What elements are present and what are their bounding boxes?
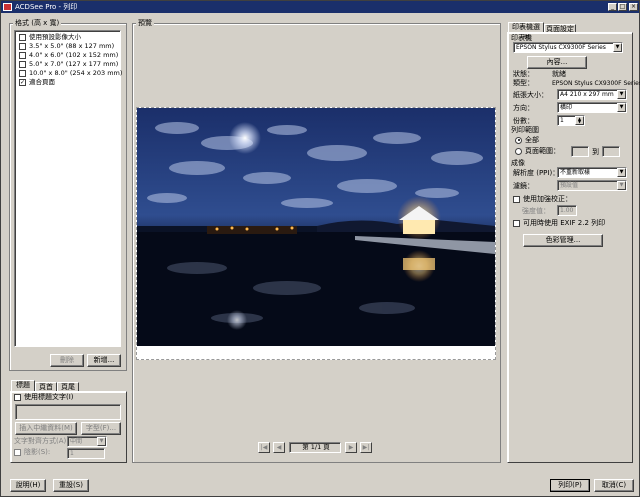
page-to-input[interactable] [602,146,620,157]
chevron-down-icon: ▼ [617,181,626,190]
format-list[interactable]: 使用預設影像大小 3.5" x 5.0" (88 x 127 mm) 4.0" x … [14,30,123,347]
strength-input[interactable]: 1.00 [557,205,577,216]
format-list-item[interactable]: 5.0" x 7.0" (127 x 177 mm) [19,60,120,69]
page-indicator: 第 1/1 頁 [289,442,341,453]
copies-input[interactable]: 1 ▲ ▼ [557,115,585,126]
render-group-label: 成像 [511,159,525,167]
prev-page-icon[interactable]: ◀ [273,442,285,453]
use-title-text-option[interactable]: 使用標題文字(I) [14,393,74,402]
sharpen-checkbox[interactable] [513,195,520,203]
help-button[interactable]: 說明(H) [10,479,46,492]
to-label: 到 [592,148,599,156]
exif-option[interactable]: 可用時使用 EXIF 2.2 列印 [513,219,605,228]
format-item-label: 使用預設影像大小 [29,33,81,41]
paper-size-select[interactable]: A4 210 x 297 mm ▼ [557,89,627,100]
remove-format-button[interactable]: 刪除 [50,354,84,367]
status-value: 就緒 [552,70,566,78]
chevron-down-icon: ▼ [617,103,626,112]
type-value: EPSON Stylus CX9300F Series [552,80,640,87]
format-list-item[interactable]: 使用預設影像大小 [19,33,120,42]
format-checkbox[interactable] [19,69,26,77]
chevron-down-icon: ▼ [613,43,622,52]
resolution-label: 解析度 (PPI)： [513,169,560,177]
print-range-group-label: 列印範圍 [511,126,539,134]
exif-checkbox[interactable] [513,219,520,227]
close-icon[interactable]: × [629,3,638,11]
range-pages-radio[interactable] [515,147,522,155]
last-page-icon[interactable]: ▶| [360,442,372,453]
insert-metadata-button[interactable]: 插入中繼資料(M) [15,422,77,435]
chevron-down-icon: ▼ [617,168,626,177]
preview-photo [137,108,495,346]
first-page-icon[interactable]: |◀ [258,442,270,453]
format-checkbox[interactable] [19,51,26,59]
range-all-radio[interactable] [515,136,522,144]
shadow-value-field[interactable]: 1 [67,448,105,459]
chevron-down-icon: ▼ [617,90,626,99]
strength-label: 強度值： [522,207,550,215]
reset-button[interactable]: 重設(S) [53,479,89,492]
format-list-item[interactable]: 10.0" x 8.0" (254 x 203 mm) [19,69,123,78]
maximize-icon[interactable]: □ [618,3,627,11]
app-icon [3,3,12,11]
format-list-item[interactable]: ✓ 適合頁面 [19,78,120,87]
title-bar: ACDSee Pro - 列印 [1,1,639,13]
format-checkbox[interactable] [19,60,26,68]
resolution-select[interactable]: 不重新取樣 ▼ [557,167,627,178]
window-title: ACDSee Pro - 列印 [15,3,78,11]
orientation-select[interactable]: 橫印 ▼ [557,102,627,113]
title-text-input[interactable] [15,404,121,420]
orientation-label: 方向： [513,104,534,112]
format-item-label: 4.0" x 6.0" (102 x 152 mm) [29,51,119,59]
chevron-down-icon: ▼ [97,437,106,446]
preview-group-label: 預覽 [136,19,154,27]
range-all-option[interactable]: 全部 [515,136,539,145]
minimize-icon[interactable]: _ [608,3,617,11]
print-button[interactable]: 列印(P) [550,479,590,492]
format-item-label: 10.0" x 8.0" (254 x 203 mm) [29,69,123,77]
color-management-button[interactable]: 色彩管理... [523,234,603,247]
alignment-select[interactable]: 中間 ▼ [67,436,107,447]
format-item-label: 適合頁面 [29,78,55,86]
shadow-checkbox[interactable] [14,448,21,456]
alignment-label: 文字對齊方式(A): [14,437,69,445]
use-title-text-checkbox[interactable] [14,393,21,401]
format-checkbox[interactable]: ✓ [19,78,26,86]
format-item-label: 3.5" x 5.0" (88 x 127 mm) [29,42,115,50]
status-label: 狀態： [513,70,534,78]
paper-size-label: 紙張大小： [513,91,548,99]
print-dialog-window: ACDSee Pro - 列印 _ □ × 格式 (高 x 寬) 使用預設影像大… [0,0,640,497]
preview-page [136,107,496,360]
format-checkbox[interactable] [19,42,26,50]
new-format-button[interactable]: 新增... [87,354,121,367]
spin-icon[interactable]: ▲ ▼ [575,116,584,125]
printer-properties-button[interactable]: 內容... [527,56,587,69]
next-page-icon[interactable]: ▶ [345,442,357,453]
format-checkbox[interactable] [19,33,26,41]
range-pages-option[interactable]: 頁面範圍： [515,147,560,156]
printer-select[interactable]: EPSON Stylus CX9300F Series ▼ [513,42,623,53]
format-list-item[interactable]: 3.5" x 5.0" (88 x 127 mm) [19,42,120,51]
copies-label: 份數： [513,117,534,125]
filter-label: 濾鏡： [513,182,534,190]
format-group-label: 格式 (高 x 寬) [13,19,62,27]
format-item-label: 5.0" x 7.0" (127 x 177 mm) [29,60,119,68]
filter-select[interactable]: 預設值 ▼ [557,180,627,191]
format-list-item[interactable]: 4.0" x 6.0" (102 x 152 mm) [19,51,120,60]
cancel-button[interactable]: 取消(C) [594,479,634,492]
sharpen-option[interactable]: 使用加強校正： [513,195,572,204]
shadow-option[interactable]: 陰影(S): [14,448,50,457]
font-button[interactable]: 字型(F)... [81,422,121,435]
type-label: 類型： [513,79,534,87]
page-from-input[interactable] [571,146,589,157]
